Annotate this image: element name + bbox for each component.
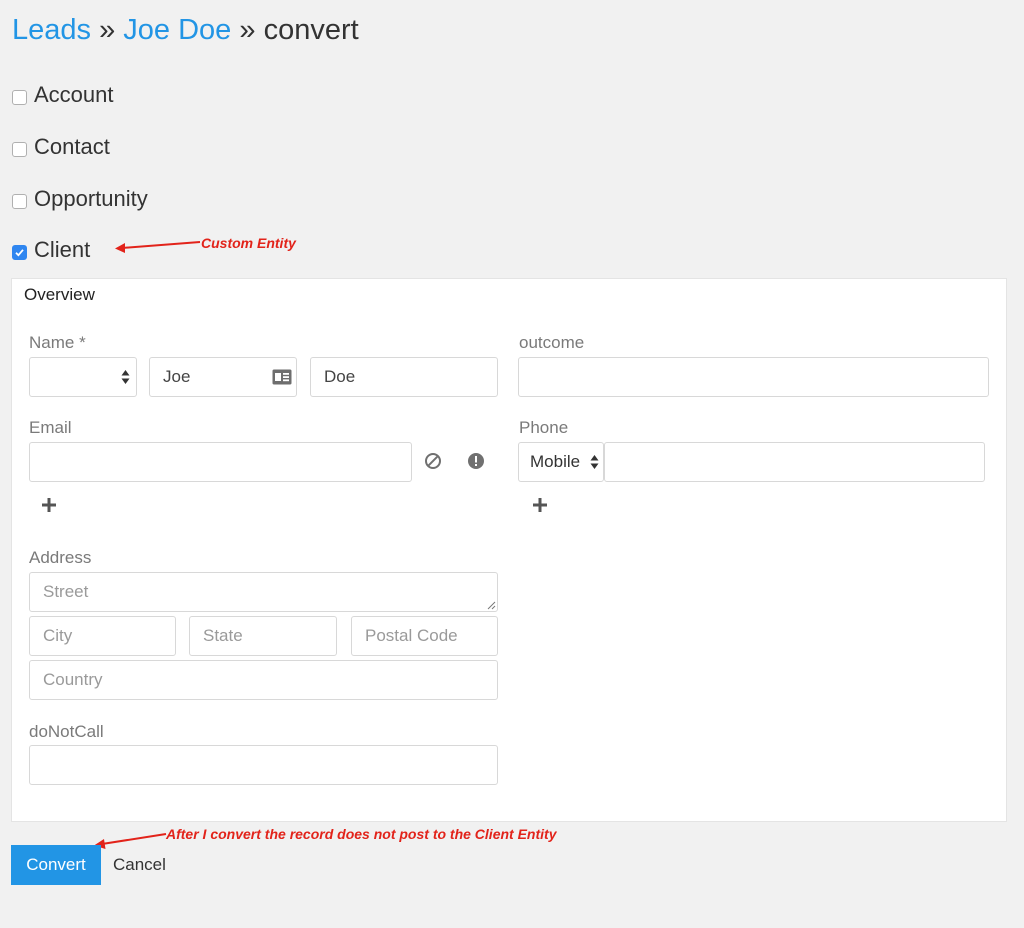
state-field[interactable]: State — [189, 616, 337, 656]
convert-button[interactable]: Convert — [11, 845, 101, 885]
country-field[interactable]: Country — [29, 660, 498, 700]
email-label: Email — [29, 418, 72, 437]
opt-out-icon — [425, 453, 441, 469]
postal-code-field[interactable]: Postal Code — [351, 616, 498, 656]
entity-client-row[interactable]: Client — [12, 236, 90, 264]
entity-contact-label: Contact — [34, 134, 110, 159]
updown-arrows-icon — [121, 370, 130, 384]
panel-title: Overview — [24, 285, 95, 304]
name-label: Name * — [29, 333, 86, 352]
entity-account-label: Account — [34, 82, 114, 107]
custom-entity-annotation: Custom Entity — [201, 235, 296, 251]
street-field[interactable]: Street — [29, 572, 498, 612]
entity-opportunity-row[interactable]: Opportunity — [12, 185, 148, 213]
invalid-icon — [468, 453, 484, 469]
entity-account-checkbox[interactable] — [12, 89, 27, 105]
entity-contact-row[interactable]: Contact — [12, 133, 110, 161]
entity-client-checkbox[interactable] — [12, 244, 27, 260]
entity-contact-checkbox[interactable] — [12, 141, 27, 157]
arrow-icon — [115, 241, 201, 253]
plus-icon — [533, 498, 547, 512]
add-phone-button[interactable] — [531, 496, 549, 514]
breadcrumb: Leads » Joe Doe » convert — [12, 12, 359, 48]
plus-icon — [42, 498, 56, 512]
last-name-field[interactable]: Doe — [310, 357, 498, 397]
email-field[interactable] — [29, 442, 412, 482]
salutation-select[interactable] — [29, 357, 137, 397]
updown-arrows-icon — [590, 455, 599, 469]
street-placeholder: Street — [43, 582, 89, 601]
breadcrumb-separator: » — [99, 14, 116, 46]
cancel-link[interactable]: Cancel — [113, 852, 166, 878]
entity-opportunity-checkbox[interactable] — [12, 193, 27, 209]
outcome-field[interactable] — [518, 357, 989, 397]
phone-type-value: Mobile — [530, 452, 581, 471]
last-name-value: Doe — [324, 367, 356, 386]
checkbox-check-icon — [15, 248, 24, 257]
address-label: Address — [29, 548, 92, 567]
arrow-icon — [94, 833, 167, 849]
postal-code-placeholder: Postal Code — [365, 626, 458, 645]
invalid-button[interactable] — [466, 451, 486, 471]
after-convert-annotation: After I convert the record does not post… — [166, 826, 557, 842]
add-email-button[interactable] — [40, 496, 58, 514]
breadcrumb-record-link[interactable]: Joe Doe — [123, 14, 231, 46]
state-placeholder: State — [203, 626, 243, 645]
phone-label: Phone — [519, 418, 569, 437]
donotcall-label: doNotCall — [29, 722, 104, 741]
contact-card-icon[interactable] — [272, 369, 292, 385]
phone-field[interactable] — [604, 442, 985, 482]
country-placeholder: Country — [43, 670, 103, 689]
first-name-field[interactable]: Joe — [149, 357, 297, 397]
entity-client-label: Client — [34, 237, 91, 262]
first-name-value: Joe — [163, 367, 191, 386]
opt-out-button[interactable] — [423, 451, 443, 471]
resize-handle-icon[interactable] — [487, 601, 496, 610]
breadcrumb-separator: » — [239, 14, 256, 46]
entity-opportunity-label: Opportunity — [34, 186, 148, 211]
outcome-label: outcome — [519, 333, 585, 352]
phone-type-select[interactable]: Mobile — [518, 442, 604, 482]
city-field[interactable]: City — [29, 616, 176, 656]
city-placeholder: City — [43, 626, 73, 645]
donotcall-field[interactable] — [29, 745, 498, 785]
breadcrumb-leads-link[interactable]: Leads — [12, 14, 91, 46]
breadcrumb-current: convert — [263, 14, 359, 46]
entity-account-row[interactable]: Account — [12, 81, 114, 109]
